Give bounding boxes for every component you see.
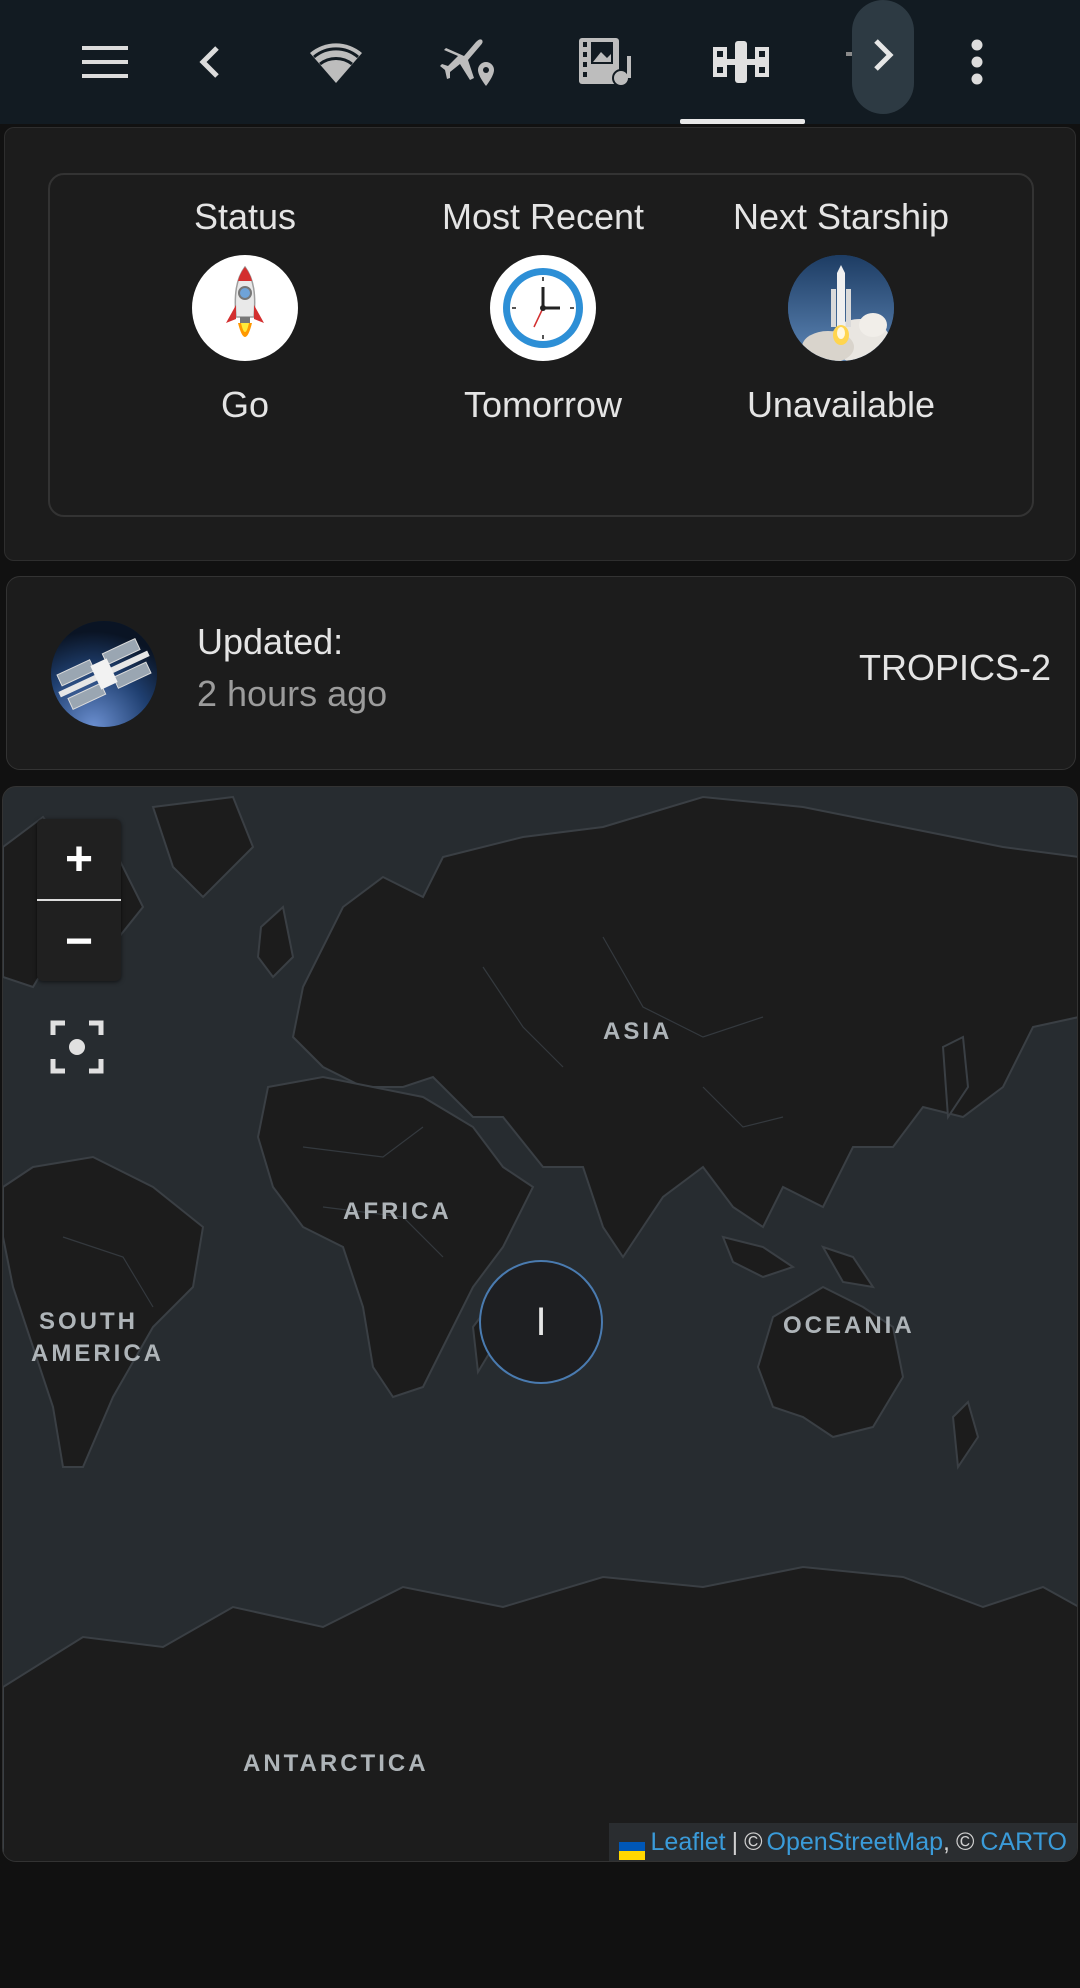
satellite-update-card[interactable]: Updated: 2 hours ago TROPICS-2 (6, 576, 1076, 770)
status-value: Go (220, 384, 270, 425)
satellite-icon[interactable] (691, 12, 791, 112)
map-label-antarctica: ANTARCTICA (243, 1750, 429, 1777)
most-recent-value: Tomorrow (463, 384, 623, 425)
carto-link[interactable]: CARTO (980, 1823, 1067, 1861)
zoom-control: + − (37, 819, 121, 981)
satellite-marker[interactable]: I (479, 1260, 603, 1384)
most-recent-label: Most Recent (441, 196, 645, 237)
updated-label: Updated: (197, 621, 344, 662)
leaflet-link[interactable]: Leaflet (651, 1823, 726, 1861)
wifi-icon[interactable] (286, 12, 386, 112)
zoom-out-button[interactable]: − (37, 901, 121, 981)
openstreetmap-link[interactable]: OpenStreetMap (767, 1823, 944, 1861)
menu-icon[interactable] (55, 12, 155, 112)
focus-center-icon[interactable] (47, 1017, 107, 1077)
map-attribution: Leaflet | © OpenStreetMap, © CARTO (608, 1823, 1077, 1861)
film-music-icon[interactable] (556, 12, 656, 112)
attribution-comma: , (943, 1828, 950, 1856)
rocket-icon (192, 255, 298, 361)
next-starship-label: Next Starship (732, 196, 950, 237)
ukraine-flag-icon (618, 1833, 645, 1860)
airplane-location-icon[interactable] (420, 12, 520, 112)
most-recent-item[interactable]: Most Recent Tomorrow (393, 195, 693, 427)
space-station-icon (51, 621, 157, 727)
launch-status-panel: Status Go Most Recent Tomorrow Next Star… (48, 173, 1034, 517)
chevron-left-icon[interactable] (160, 12, 260, 112)
copyright-symbol-2: © (955, 1828, 975, 1856)
attribution-separator: | (731, 1828, 739, 1856)
map-label-south-america-line1: SOUTH (39, 1308, 138, 1335)
launch-photo-icon (788, 255, 894, 361)
scroll-tabs-right-button[interactable] (852, 0, 914, 114)
status-label: Status (193, 196, 297, 237)
satellite-name: TROPICS-2 (858, 647, 1051, 688)
map-label-oceania: OCEANIA (783, 1312, 915, 1339)
top-toolbar (0, 0, 1080, 124)
chevron-right-icon (868, 35, 898, 80)
map-label-africa: AFRICA (343, 1198, 452, 1225)
clock-icon (490, 255, 596, 361)
more-vertical-icon[interactable] (927, 12, 1027, 112)
next-starship-value: Unavailable (746, 384, 936, 425)
status-item[interactable]: Status Go (95, 195, 395, 427)
updated-time: 2 hours ago (197, 673, 388, 714)
map-label-asia: ASIA (603, 1018, 673, 1045)
map-label-south-america-line2: AMERICA (31, 1340, 164, 1367)
copyright-symbol: © (744, 1828, 763, 1856)
next-starship-item[interactable]: Next Starship Unavailable (691, 195, 991, 427)
active-tab-indicator (680, 119, 805, 124)
marker-label: I (535, 1299, 547, 1344)
zoom-in-button[interactable]: + (37, 819, 121, 899)
world-map[interactable]: + − ASIA AFRICA SOUTH AMERICA OCEANIA AN… (2, 786, 1078, 1862)
